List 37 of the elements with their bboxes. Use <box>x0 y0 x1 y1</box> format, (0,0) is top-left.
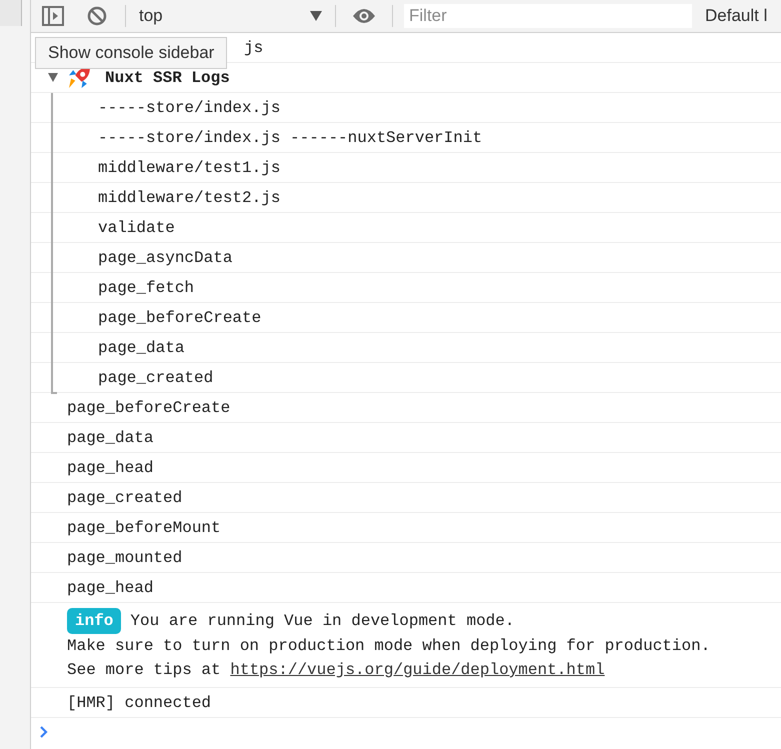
expanded-triangle-icon <box>48 73 58 82</box>
eye-icon[interactable] <box>352 8 376 24</box>
log-message: page_created <box>67 488 182 508</box>
info-message: Make sure to turn on production mode when deploying for production. <box>67 636 712 657</box>
log-message: page_data <box>67 428 154 448</box>
log-message: page_beforeCreate <box>98 308 262 328</box>
log-message: page_beforeMount <box>67 518 221 538</box>
filter-field[interactable]: Filter <box>404 4 692 28</box>
context-dropdown[interactable]: top <box>126 3 332 29</box>
log-message: page_created <box>98 368 214 388</box>
log-message: page_fetch <box>98 278 194 298</box>
log-message: page_beforeCreate <box>67 398 230 418</box>
log-message: validate <box>98 218 175 238</box>
group-title: Nuxt SSR Logs <box>105 68 230 88</box>
log-message: page_mounted <box>67 548 182 568</box>
log-message: middleware/test1.js <box>98 158 280 178</box>
log-message: [HMR] connected <box>67 692 212 714</box>
clear-console-icon[interactable] <box>87 6 107 26</box>
docs-link[interactable]: https://vuejs.org/guide/deployment.html <box>230 658 605 682</box>
log-message: -----store/index.js ------nuxtServerInit <box>98 128 482 148</box>
log-message: js <box>244 38 264 58</box>
log-message: page_asyncData <box>98 248 232 268</box>
rocket-icon <box>69 67 90 88</box>
log-message: middleware/test2.js <box>98 188 280 208</box>
info-message: See more tips at <box>67 660 222 681</box>
info-badge: info <box>67 608 122 634</box>
context-label: top <box>139 5 164 28</box>
log-message: page_data <box>98 338 184 358</box>
caret-icon <box>310 11 322 21</box>
log-message: page_head <box>67 578 154 598</box>
sidebar-toggle-icon[interactable] <box>42 6 64 26</box>
prompt-chevron-icon <box>40 726 48 738</box>
tooltip: Show console sidebar <box>35 37 228 69</box>
info-message: You are running Vue in development mode. <box>130 611 514 632</box>
log-message: page_head <box>67 458 154 478</box>
log-levels-dropdown[interactable]: Default l <box>705 3 768 29</box>
log-message: -----store/index.js <box>98 98 280 118</box>
